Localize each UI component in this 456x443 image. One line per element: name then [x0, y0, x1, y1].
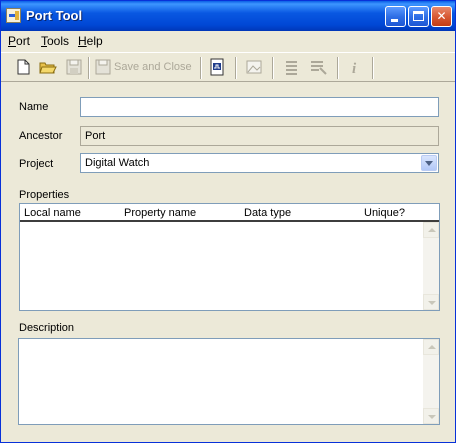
scroll-down-icon[interactable] [423, 294, 439, 310]
port-tool-window: Port Tool ✕ Port Tools Help Save and Clo… [0, 0, 456, 443]
name-label: Name [19, 101, 49, 113]
window-title: Port Tool [26, 8, 83, 23]
column-data-type[interactable]: Data type [244, 207, 291, 219]
new-document-icon[interactable] [14, 58, 32, 76]
project-select[interactable]: Digital Watch [80, 153, 439, 173]
chevron-down-icon[interactable] [421, 155, 437, 171]
description-textarea[interactable] [18, 338, 440, 425]
column-local-name[interactable]: Local name [24, 207, 81, 219]
properties-scrollbar[interactable] [423, 222, 439, 310]
ancestor-label: Ancestor [19, 130, 63, 142]
svg-text:i: i [352, 61, 357, 76]
menu-help[interactable]: Help [78, 34, 103, 48]
scroll-down-icon[interactable] [423, 408, 439, 424]
picture-icon [245, 58, 263, 76]
properties-table[interactable]: Local name Property name Data type Uniqu… [19, 203, 440, 311]
list-edit-icon [282, 58, 300, 76]
scroll-up-icon[interactable] [423, 222, 439, 238]
maximize-button[interactable] [408, 6, 429, 27]
project-select-value: Digital Watch [85, 157, 150, 169]
port-tool-app-icon [6, 8, 21, 23]
ancestor-field: Port [80, 126, 439, 146]
save-and-close-button: Save and Close [114, 61, 192, 73]
description-scrollbar[interactable] [423, 339, 439, 424]
minimize-button[interactable] [385, 6, 406, 27]
name-input[interactable] [80, 97, 439, 117]
menu-tools[interactable]: Tools [41, 34, 69, 48]
close-button[interactable]: ✕ [431, 6, 452, 27]
report-icon[interactable] [208, 58, 226, 76]
info-icon: i [346, 58, 364, 76]
project-label: Project [19, 158, 54, 170]
maximize-icon [413, 11, 424, 21]
close-icon: ✕ [436, 9, 447, 23]
open-folder-icon[interactable] [39, 58, 57, 76]
scroll-up-icon[interactable] [423, 339, 439, 355]
toolbar: Save and Close i [1, 52, 455, 82]
save-icon [65, 58, 83, 76]
list-select-icon [309, 58, 327, 76]
column-unique[interactable]: Unique? [364, 207, 405, 219]
menu-bar: Port Tools Help [1, 31, 455, 51]
minimize-icon [391, 19, 398, 22]
column-property-name[interactable]: Property name [124, 207, 196, 219]
title-bar[interactable]: Port Tool ✕ [1, 1, 455, 31]
menu-port[interactable]: Port [8, 34, 30, 48]
properties-label: Properties [19, 189, 70, 201]
save-and-close-icon [94, 58, 112, 76]
description-label: Description [19, 322, 75, 334]
properties-table-header: Local name Property name Data type Uniqu… [20, 204, 439, 222]
